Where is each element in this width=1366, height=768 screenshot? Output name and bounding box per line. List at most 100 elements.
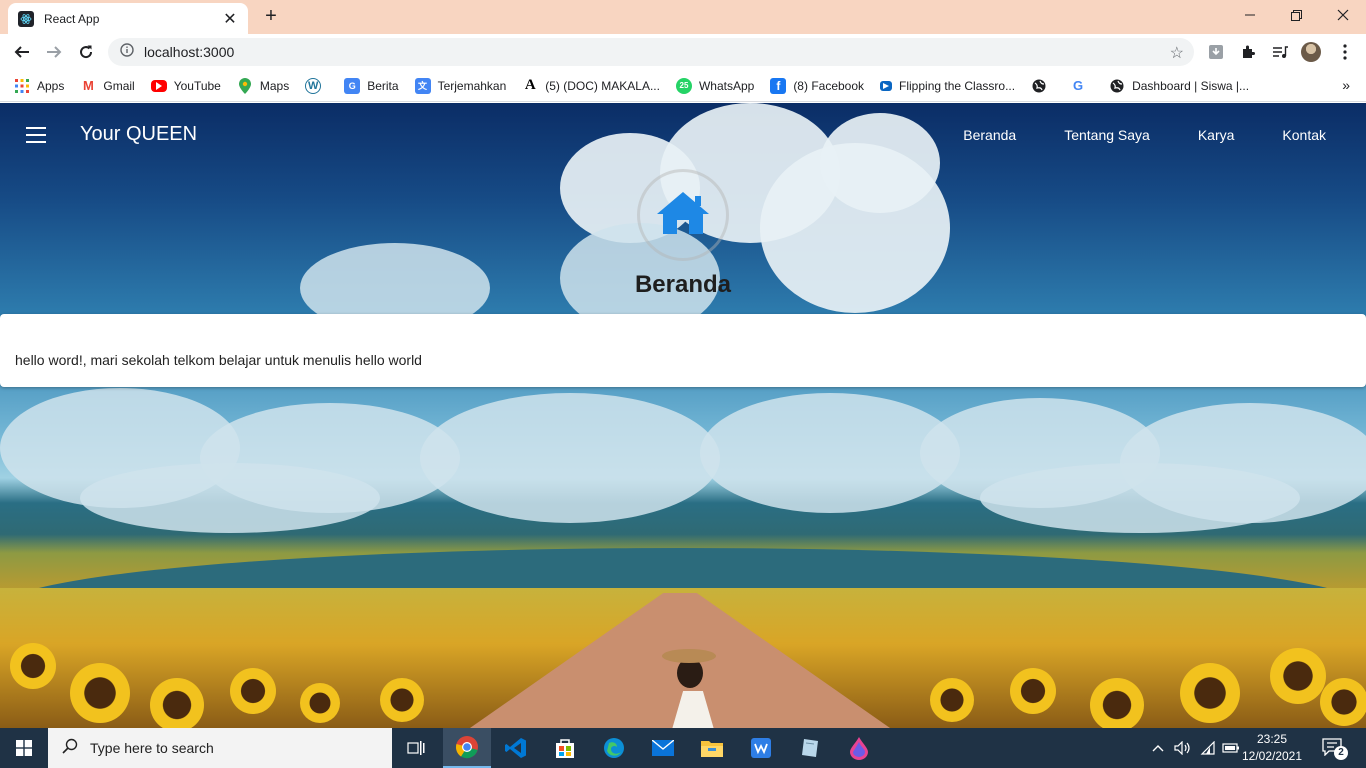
volume-icon[interactable] [1172,728,1194,768]
mail-taskbar-icon[interactable] [639,728,687,768]
search-icon [62,738,78,759]
bookmark-star-icon[interactable]: ☆ [1170,43,1184,63]
content-card: hello word!, mari sekolah telkom belajar… [0,314,1366,387]
site-info-icon[interactable] [120,42,134,62]
facebook-icon: f [770,77,787,94]
reload-icon[interactable] [74,40,98,64]
windows-taskbar: Type here to search 23:25 12/02/2021 2 [0,728,1366,768]
close-window-button[interactable] [1320,0,1366,30]
url-text: localhost:3000 [144,44,235,60]
notes-taskbar-icon[interactable] [786,728,834,768]
bookmark-label: Apps [37,78,65,93]
taskbar-clock[interactable]: 23:25 12/02/2021 [1240,731,1304,765]
bookmarks-bar: Apps M Gmail YouTube Maps W G Berita 文 T… [0,70,1366,102]
bookmark-gmail[interactable]: M Gmail [80,78,135,94]
youtube-icon [150,79,167,92]
google-icon: G [1073,78,1084,93]
taskbar-search-box[interactable]: Type here to search [48,728,392,768]
battery-icon[interactable] [1220,728,1242,768]
gmail-icon: M [82,78,94,93]
wordpress-icon: W [305,77,322,94]
bookmark-flipping[interactable]: Flipping the Classro... [880,79,1015,93]
bookmark-whatsapp[interactable]: 25 WhatsApp [675,77,755,94]
address-bar[interactable]: localhost:3000 ☆ [108,38,1194,66]
download-icon[interactable] [1206,42,1226,62]
react-favicon-icon [18,10,34,27]
media-control-icon[interactable] [1270,42,1290,62]
clock-time: 23:25 [1256,732,1288,746]
browser-toolbar: localhost:3000 ☆ [0,34,1366,70]
top-nav: Beranda Tentang Saya Karya Kontak [915,127,1326,143]
card-text: hello word!, mari sekolah telkom belajar… [15,352,422,368]
bookmark-dashboard[interactable]: Dashboard | Siswa |... [1109,78,1249,94]
brand-title[interactable]: Your QUEEN [80,123,197,146]
wifi-icon[interactable] [1197,728,1219,768]
task-view-icon[interactable] [392,728,440,768]
profile-avatar[interactable] [1301,42,1321,62]
bookmark-terjemahkan[interactable]: 文 Terjemahkan [414,77,507,94]
bookmark-globe[interactable] [1031,78,1054,94]
extensions-icon[interactable] [1238,42,1258,62]
bookmark-berita[interactable]: G Berita [344,77,399,94]
whatsapp-icon: 25 [675,77,692,94]
academia-icon: A [524,77,536,93]
bookmark-apps[interactable]: Apps [14,78,64,94]
bookmark-label: Flipping the Classro... [899,78,1016,93]
nav-link-beranda[interactable]: Beranda [963,127,1016,143]
globe-icon [1109,78,1125,94]
vscode-taskbar-icon[interactable] [492,728,540,768]
hamburger-menu-icon[interactable] [26,127,46,143]
minimize-button[interactable] [1227,0,1273,30]
show-hidden-icons-icon[interactable] [1148,728,1168,768]
page-title: Beranda [634,271,732,298]
news-icon: G [344,77,361,94]
bookmark-label: Maps [259,78,290,93]
bookmark-label: (8) Facebook [793,78,865,93]
translate-icon: 文 [414,77,431,94]
edge-taskbar-icon[interactable] [590,728,638,768]
search-placeholder: Type here to search [90,740,214,756]
bookmark-label: Gmail [103,78,135,93]
file-explorer-taskbar-icon[interactable] [688,728,736,768]
nav-link-tentang-saya[interactable]: Tentang Saya [1064,127,1150,143]
tab-title: React App [44,11,100,26]
page-viewport: Your QUEEN Beranda Tentang Saya Karya Ko… [0,103,1366,728]
bookmark-label: Terjemahkan [437,78,507,93]
browser-tabstrip: React App ✕ + [0,0,1366,34]
tab-close-icon[interactable]: ✕ [222,9,238,29]
notification-center-icon[interactable]: 2 [1322,738,1348,760]
app-bar: Your QUEEN Beranda Tentang Saya Karya Ko… [0,103,1366,167]
bookmarks-overflow-icon[interactable]: » [1342,77,1350,93]
bookmark-youtube[interactable]: YouTube [150,78,221,93]
windows-start-icon[interactable] [0,728,48,768]
nav-link-kontak[interactable]: Kontak [1282,127,1326,143]
bookmark-label: (5) (DOC) MAKALA... [545,78,660,93]
forward-icon[interactable] [42,40,66,64]
bookmark-label: Berita [367,78,399,93]
menu-kebab-icon[interactable] [1335,42,1355,62]
clock-date: 12/02/2021 [1241,749,1303,763]
maps-icon [237,77,253,94]
bookmark-makalah[interactable]: A (5) (DOC) MAKALA... [522,77,660,94]
bookmark-label: Dashboard | Siswa |... [1132,78,1250,93]
bookmark-google[interactable]: G [1070,78,1093,94]
hero-icon-ring [637,169,729,261]
back-icon[interactable] [10,40,34,64]
bookmark-facebook[interactable]: f (8) Facebook [770,77,865,94]
chrome-taskbar-icon[interactable] [443,728,491,768]
store-taskbar-icon[interactable] [541,728,589,768]
browser-tab[interactable]: React App ✕ [8,3,248,34]
apps-grid-icon [14,78,30,94]
paint-taskbar-icon[interactable] [835,728,883,768]
notification-count-badge: 2 [1334,746,1348,760]
bookmark-wordpress[interactable]: W [305,77,328,94]
bookmark-maps[interactable]: Maps [237,77,290,94]
home-icon [655,190,711,241]
restore-button[interactable] [1273,0,1319,30]
video-icon [880,80,893,91]
new-tab-button[interactable]: + [260,5,282,27]
bookmark-label: WhatsApp [698,78,755,93]
nav-link-karya[interactable]: Karya [1198,127,1235,143]
wps-writer-taskbar-icon[interactable] [737,728,785,768]
bookmark-label: YouTube [173,78,221,93]
